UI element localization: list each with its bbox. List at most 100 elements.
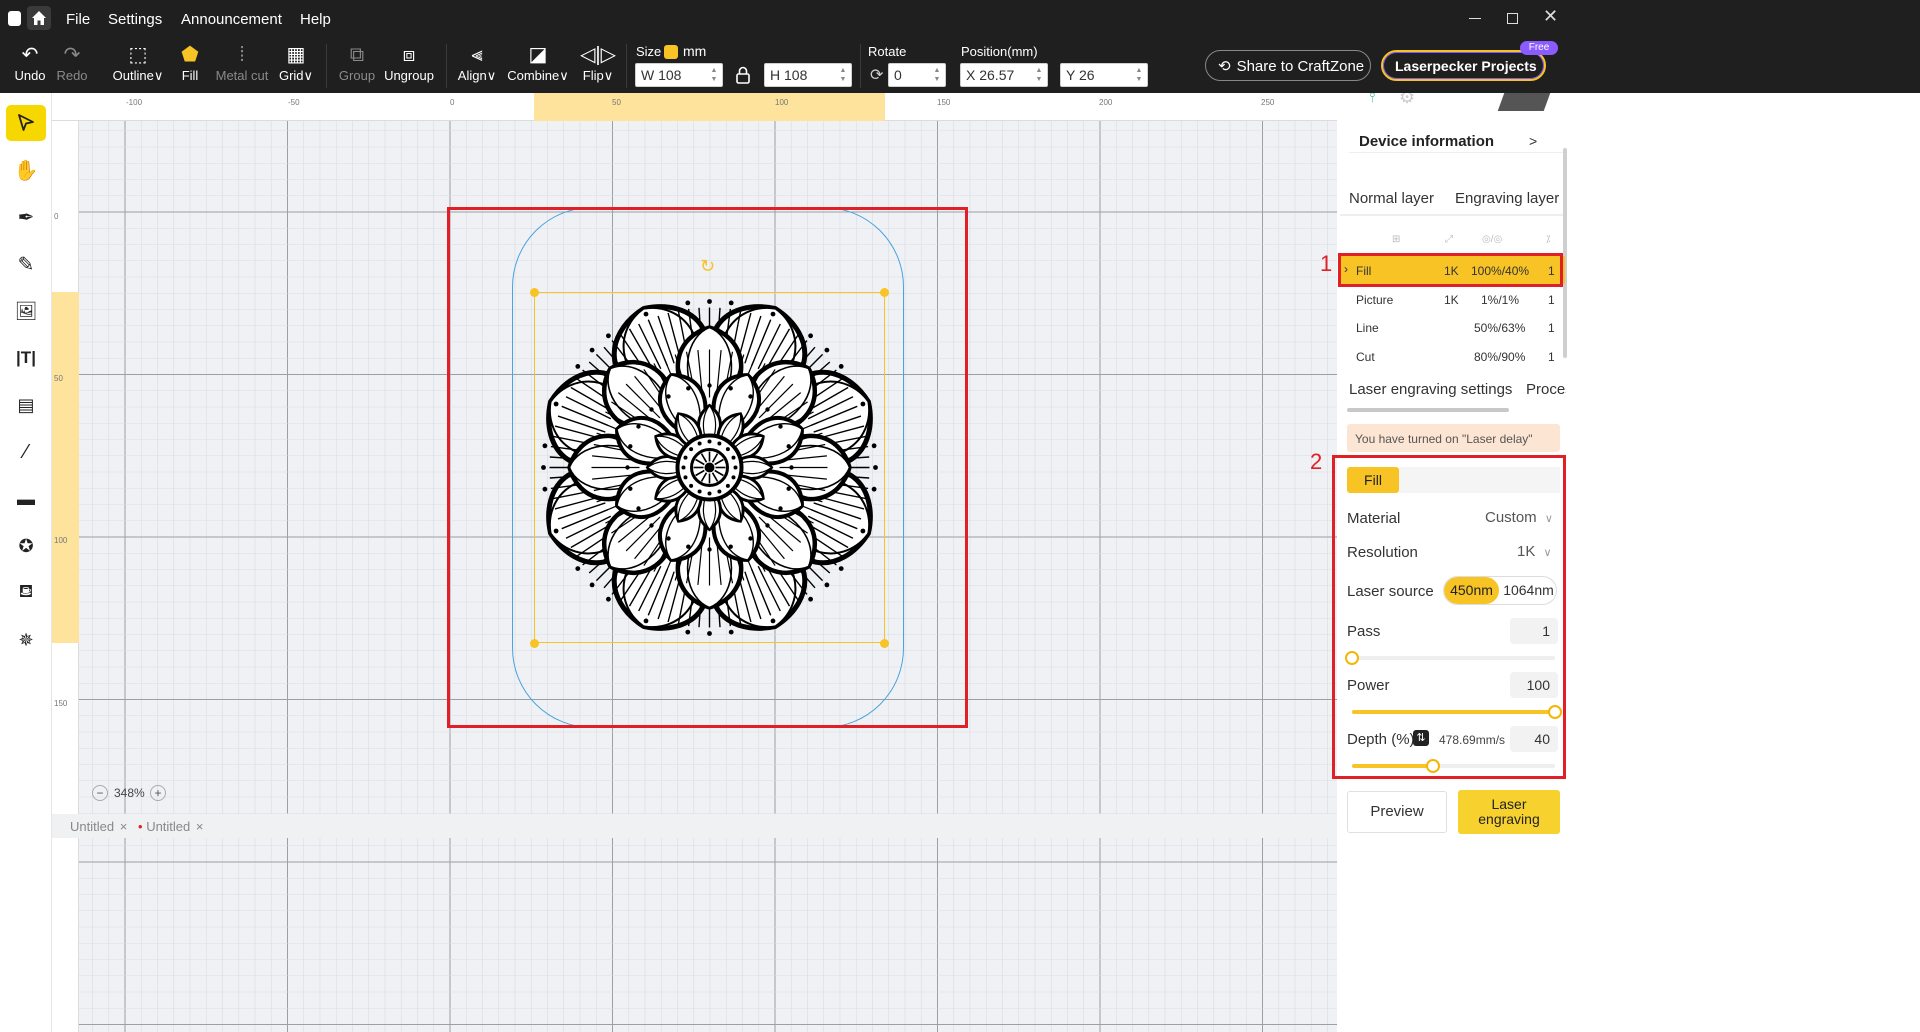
pen-tool[interactable]: ✒ xyxy=(6,199,46,235)
power-label: Power xyxy=(1347,677,1390,694)
menu-bar: File Settings Announcement Help ✕ xyxy=(0,0,1920,38)
power-input[interactable]: 100 xyxy=(1510,672,1558,698)
toolbar-divider xyxy=(446,44,447,88)
canvas-area[interactable]: -100 -50 0 50 100 150 200 250 0 50 100 1… xyxy=(52,93,1337,1032)
layer-row-fill[interactable]: › Fill 1K 100%/40% 1 xyxy=(1340,256,1565,284)
laserpecker-projects-button[interactable]: Laserpecker Projects xyxy=(1381,50,1546,81)
layer-power: 50%/63% xyxy=(1474,321,1526,335)
depth-slider-fill xyxy=(1352,764,1434,768)
device-information-label[interactable]: Device information xyxy=(1359,133,1494,150)
hand-tool[interactable]: ✋ xyxy=(6,152,46,188)
chevron-down-icon: ∨ xyxy=(603,68,614,83)
tab-process[interactable]: Proces xyxy=(1526,381,1566,398)
zoom-in-button[interactable]: + xyxy=(150,785,166,801)
device-card: ⫯ ⚙ Device information > xyxy=(1349,93,1564,153)
layer-row-picture[interactable]: Picture 1K 1%/1% 1 xyxy=(1340,285,1565,313)
position-x-input[interactable]: X 26.57 ▲ ▼ xyxy=(960,63,1048,87)
fill-bucket-tool[interactable]: ⛾ xyxy=(6,575,46,611)
undo-button[interactable]: ↶ Undo xyxy=(10,42,50,90)
position-y-stepper[interactable]: ▲ ▼ xyxy=(1133,66,1145,84)
metal-cut-label: Metal cut xyxy=(215,68,269,83)
fill-chip[interactable]: Fill xyxy=(1347,467,1399,493)
lock-icon[interactable] xyxy=(736,66,750,84)
position-y-input[interactable]: Y 26 ▲ ▼ xyxy=(1060,63,1148,87)
layer-power: 80%/90% xyxy=(1474,350,1526,364)
align-button[interactable]: ⫷ Align∨ xyxy=(454,42,500,90)
table-tool[interactable]: ▤ xyxy=(6,387,46,423)
pass-slider-handle[interactable] xyxy=(1345,651,1359,665)
ruler-left-label: 100 xyxy=(54,536,68,545)
flip-label: Flip xyxy=(582,68,604,83)
pass-input[interactable]: 1 xyxy=(1510,618,1558,644)
share-craftzone-button[interactable]: ⟲ Share to CraftZone xyxy=(1205,50,1371,81)
text-tool[interactable]: |T| xyxy=(6,340,46,376)
rotate-handle-icon[interactable]: ↻ xyxy=(700,256,715,277)
width-input[interactable]: W 108 ▲ ▼ xyxy=(635,63,723,87)
tab-normal-layer[interactable]: Normal layer xyxy=(1349,190,1434,207)
resolution-select[interactable]: 1K ∨ xyxy=(1517,543,1552,560)
grid-button[interactable]: ▦ Grid∨ xyxy=(276,42,316,90)
height-input[interactable]: H 108 ▲ ▼ xyxy=(764,63,852,87)
mandala-artwork[interactable] xyxy=(534,292,885,643)
badge-tool[interactable]: ✵ xyxy=(6,622,46,658)
laser-1064nm-option[interactable]: 1064nm xyxy=(1499,577,1556,604)
fill-button[interactable]: ⬟ Fill xyxy=(172,42,208,90)
material-select[interactable]: Custom ∨ xyxy=(1485,509,1553,526)
minimize-icon[interactable] xyxy=(1469,18,1481,19)
layer-row-cut[interactable]: Cut 80%/90% 1 xyxy=(1340,342,1565,370)
pass-slider[interactable] xyxy=(1345,651,1555,665)
top-ruler: -100 -50 0 50 100 150 200 250 xyxy=(52,93,1337,121)
depth-input[interactable]: 40 xyxy=(1510,726,1558,752)
width-stepper[interactable]: ▲ ▼ xyxy=(708,66,720,84)
menu-settings[interactable]: Settings xyxy=(108,11,162,28)
close-tab-icon[interactable]: × xyxy=(196,819,204,834)
tab-engraving-layer[interactable]: Engraving layer xyxy=(1455,190,1559,207)
close-window-icon[interactable]: ✕ xyxy=(1543,6,1558,27)
position-x-stepper[interactable]: ▲ ▼ xyxy=(1033,66,1045,84)
outline-button[interactable]: ⬚ Outline∨ xyxy=(108,42,168,90)
preview-button[interactable]: Preview xyxy=(1347,791,1447,833)
file-tab[interactable]: Untitled × xyxy=(70,819,127,834)
metal-cut-button[interactable]: ⁞ Metal cut xyxy=(214,42,270,90)
laser-450nm-option[interactable]: 450nm xyxy=(1444,577,1499,604)
line-tool[interactable]: ⁄ xyxy=(6,434,46,470)
layer-name: Picture xyxy=(1356,293,1394,307)
rotate-stepper[interactable]: ▲ ▼ xyxy=(931,66,943,84)
menu-help[interactable]: Help xyxy=(300,11,331,28)
align-label: Align xyxy=(457,68,487,83)
image-tool[interactable]: 🖼 xyxy=(6,293,46,329)
group-button[interactable]: ⧉ Group xyxy=(336,42,378,90)
ruler-top-label: 150 xyxy=(937,98,951,107)
depth-slider[interactable] xyxy=(1352,759,1555,773)
flip-button[interactable]: ◁|▷ Flip∨ xyxy=(578,42,618,90)
depth-mode-icon[interactable]: ⇅ xyxy=(1413,730,1429,746)
close-tab-icon[interactable]: × xyxy=(120,819,128,834)
menu-file[interactable]: File xyxy=(66,11,90,28)
combine-button[interactable]: ◪ Combine∨ xyxy=(506,42,570,90)
redo-button[interactable]: ↷ Redo xyxy=(52,42,92,90)
layer-row-line[interactable]: Line 50%/63% 1 xyxy=(1340,313,1565,341)
laser-source-toggle: 450nm 1064nm xyxy=(1443,576,1557,605)
magic-tool[interactable]: ✪ xyxy=(6,528,46,564)
ruler-selection-highlight xyxy=(52,292,79,643)
power-slider-handle[interactable] xyxy=(1548,705,1562,719)
file-tab-active[interactable]: • Untitled × xyxy=(138,819,203,834)
ungroup-button[interactable]: ⧈ Ungroup xyxy=(382,42,436,90)
laser-delay-text: You have turned on "Laser delay" xyxy=(1355,432,1533,446)
layer-resolution: 1K xyxy=(1444,293,1459,307)
shape-tool[interactable]: ▬ xyxy=(6,481,46,517)
menu-announcement[interactable]: Announcement xyxy=(181,11,282,28)
height-stepper[interactable]: ▲ ▼ xyxy=(837,66,849,84)
pencil-tool[interactable]: ✎ xyxy=(6,246,46,282)
tab-laser-engraving-settings[interactable]: Laser engraving settings xyxy=(1349,381,1512,398)
select-tool[interactable] xyxy=(6,105,46,141)
grid-icon: ▦ xyxy=(286,44,306,66)
zoom-out-button[interactable]: − xyxy=(92,785,108,801)
chevron-down-icon: ∨ xyxy=(486,68,497,83)
power-slider[interactable] xyxy=(1352,705,1562,719)
home-icon[interactable] xyxy=(27,6,51,30)
rotate-input[interactable]: 0 ▲ ▼ xyxy=(888,63,946,87)
chevron-right-icon[interactable]: > xyxy=(1529,133,1537,149)
restore-icon[interactable] xyxy=(1507,13,1518,24)
laser-engraving-button[interactable]: Laser engraving xyxy=(1458,790,1560,834)
